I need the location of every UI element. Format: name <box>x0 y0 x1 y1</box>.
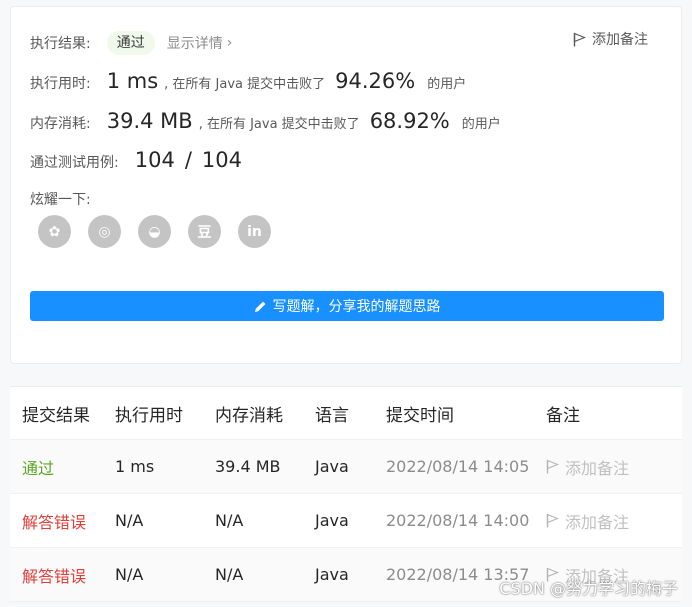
flag-icon <box>546 513 559 528</box>
add-note-button[interactable]: 添加备注 <box>546 455 629 479</box>
pencil-icon <box>254 301 265 312</box>
header-result: 提交结果 <box>22 405 90 426</box>
share-icons: ✿ ◎ ◒ 豆 in <box>38 215 288 248</box>
qq-icon[interactable]: ◒ <box>138 215 171 248</box>
language-cell: Java <box>315 511 349 530</box>
runtime-cell: 1 ms <box>115 457 155 476</box>
result-card: 执行结果: 通过 显示详情 › 添加备注 执行用时: 1 ms , 在所有 Ja… <box>10 6 682 364</box>
write-solution-button[interactable]: 写题解，分享我的解题思路 <box>30 291 664 321</box>
tests-passed: 104 <box>134 148 175 172</box>
runtime-value: 1 ms <box>106 69 159 93</box>
header-memory: 内存消耗 <box>215 405 283 426</box>
weibo-icon[interactable]: ◎ <box>88 215 121 248</box>
tests-separator: / <box>184 148 192 172</box>
time-cell: 2022/08/14 14:00 <box>386 511 530 530</box>
memory-value: 39.4 MB <box>106 109 193 133</box>
linkedin-icon[interactable]: in <box>238 215 271 248</box>
memory-suffix: 的用户 <box>461 117 501 132</box>
add-note-label: 添加备注 <box>592 32 648 48</box>
chevron-right-icon: › <box>226 35 233 51</box>
runtime-cell: N/A <box>115 511 144 530</box>
runtime-percent: 94.26% <box>335 69 416 93</box>
status-badge: 通过 <box>106 31 155 55</box>
header-note: 备注 <box>546 405 580 426</box>
memory-cell: N/A <box>215 511 244 530</box>
runtime-label: 执行用时: <box>30 76 91 92</box>
tests-label: 通过测试用例: <box>30 155 119 171</box>
add-note-label: 添加备注 <box>565 458 630 478</box>
result-cell[interactable]: 解答错误 <box>10 563 115 587</box>
write-solution-label: 写题解，分享我的解题思路 <box>272 299 441 315</box>
add-note-button[interactable]: 添加备注 <box>573 29 648 49</box>
memory-row: 内存消耗: 39.4 MB , 在所有 Java 提交中击败了 68.92% 的… <box>30 109 501 133</box>
memory-beat-text: , 在所有 Java 提交中击败了 <box>198 117 360 132</box>
add-note-label: 添加备注 <box>565 512 630 532</box>
language-cell: Java <box>315 565 349 584</box>
table-row: 通过 1 ms 39.4 MB Java 2022/08/14 14:05 添加… <box>10 440 682 494</box>
runtime-suffix: 的用户 <box>427 77 467 92</box>
time-cell: 2022/08/14 14:05 <box>386 457 530 476</box>
result-cell[interactable]: 解答错误 <box>10 509 115 533</box>
tests-row: 通过测试用例: 104 / 104 <box>30 148 248 172</box>
table-row: 解答错误 N/A N/A Java 2022/08/14 14:00 添加备注 <box>10 494 682 548</box>
memory-label: 内存消耗: <box>30 116 91 132</box>
result-row: 执行结果: 通过 显示详情 › <box>30 31 232 55</box>
flag-icon <box>546 459 559 474</box>
header-time: 提交时间 <box>386 405 454 426</box>
memory-percent: 68.92% <box>369 109 450 133</box>
runtime-cell: N/A <box>115 565 144 584</box>
submissions-table: 提交结果 执行用时 内存消耗 语言 提交时间 备注 通过 1 ms 39.4 M… <box>10 386 682 602</box>
result-label: 执行结果: <box>30 36 91 52</box>
result-cell[interactable]: 通过 <box>10 455 115 479</box>
header-language: 语言 <box>315 405 349 426</box>
douban-icon[interactable]: 豆 <box>188 215 221 248</box>
wechat-icon[interactable]: ✿ <box>38 215 71 248</box>
flag-icon <box>573 32 586 46</box>
runtime-row: 执行用时: 1 ms , 在所有 Java 提交中击败了 94.26% 的用户 <box>30 69 466 93</box>
show-details-link[interactable]: 显示详情 <box>167 33 223 53</box>
memory-cell: N/A <box>215 565 244 584</box>
language-cell: Java <box>315 457 349 476</box>
table-header: 提交结果 执行用时 内存消耗 语言 提交时间 备注 <box>10 387 682 440</box>
header-runtime: 执行用时 <box>115 405 183 426</box>
memory-cell: 39.4 MB <box>215 457 281 476</box>
runtime-beat-text: , 在所有 Java 提交中击败了 <box>164 77 326 92</box>
tests-total: 104 <box>201 148 242 172</box>
add-note-button[interactable]: 添加备注 <box>546 509 629 533</box>
watermark: CSDN @努力学习的梅子 <box>499 579 678 598</box>
share-label: 炫耀一下: <box>30 192 91 208</box>
share-row: 炫耀一下: <box>30 189 91 209</box>
